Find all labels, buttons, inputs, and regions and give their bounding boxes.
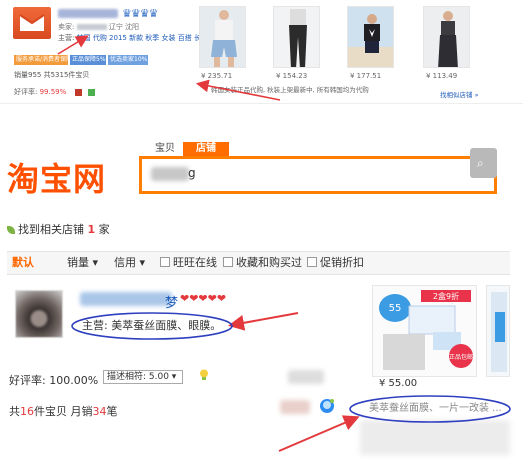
badge-preferred-seller[interactable]: 优选卖家10% [108, 55, 148, 65]
positive-rating: 好评率: 100.00% [9, 374, 99, 387]
beach-outfit-image-icon [348, 7, 393, 67]
product-thumbnail-1[interactable] [199, 6, 246, 68]
main-label: 主营: [58, 34, 75, 42]
product-price: ¥ 55.00 [379, 378, 418, 389]
seller-label: 卖家: [58, 23, 75, 31]
seller-location: 辽宁 沈阳 [108, 23, 140, 31]
wangwang-name-blurred [280, 400, 310, 414]
sort-by-sales[interactable]: 销量 ▾ [67, 255, 98, 271]
count-suffix: 笔 [106, 405, 118, 418]
envelope-logo-icon [19, 14, 45, 31]
thumbnail-price-2: ¥ 154.23 [276, 72, 308, 80]
thumbnail-price-1: ¥ 235.71 [201, 72, 233, 80]
product-partial-icon [491, 292, 507, 372]
thumbnail-price-3: ¥ 177.51 [350, 72, 382, 80]
flag-icon [74, 88, 82, 96]
face-mask-product-icon: 2盒9折 55 正品包邮 [373, 286, 476, 376]
seller-name-blurred [76, 24, 107, 30]
filter-label-promotion: 促销折扣 [320, 256, 364, 269]
found-prefix: 找到相关店铺 [18, 223, 84, 236]
long-skirt-image-icon [424, 7, 469, 67]
tab-items[interactable]: 宝贝 [147, 142, 183, 156]
search-query-blurred [151, 167, 189, 181]
blurred-text [288, 370, 324, 384]
main-business-line: 主营: 韩国 代购 2015 新款 秋季 女装 百搭 长袖 ... [58, 33, 217, 43]
thumbnail-price-4: ¥ 113.49 [426, 72, 458, 80]
found-count: 1 [87, 223, 96, 236]
product-tag-discount: 2盒9折 [433, 291, 459, 301]
sales-summary: 销量955 共5315件宝贝 [14, 71, 90, 79]
item-and-sales-count: 共16件宝贝 月销34笔 [9, 403, 118, 419]
checkbox-promotion[interactable] [307, 257, 317, 267]
leaf-icon [7, 226, 15, 234]
main-keywords[interactable]: 韩国 代购 2015 新款 秋季 女装 百搭 长袖 ... [77, 34, 217, 42]
product-thumbnail-3[interactable] [347, 6, 394, 68]
sort-default[interactable]: 默认 [12, 254, 48, 272]
product-thumbnail-2[interactable] [273, 6, 320, 68]
count-prefix: 共 [9, 405, 20, 418]
search-type-tabs: 宝贝 店铺 [147, 142, 229, 156]
shop-logo[interactable] [13, 7, 51, 39]
service-icon [87, 88, 95, 96]
shop-name-blurred[interactable] [80, 292, 172, 306]
filter-label-wangwang: 旺旺在线 [173, 256, 217, 269]
filter-wangwang-online[interactable]: 旺旺在线 [160, 255, 217, 271]
svg-text:55: 55 [389, 303, 402, 314]
service-badges: 服务承诺/消费者保障 正品保障5% 优选卖家10% [14, 55, 148, 65]
shop-avatar[interactable] [15, 290, 63, 338]
product-image[interactable]: 2盒9折 55 正品包邮 [372, 285, 477, 377]
arrow-to-main-business [228, 312, 299, 331]
shop-name-visible-char[interactable]: 梦 [165, 292, 178, 311]
heart-level-icon: ❤❤❤❤❤ [180, 292, 227, 305]
rating-line: 好评率: 99.59% [14, 87, 95, 97]
search-button[interactable]: ⌕ [470, 148, 497, 178]
seller-location-line: 卖家: 辽宁 沈阳 [58, 22, 139, 32]
filter-label-favorited: 收藏和购买过 [236, 256, 302, 269]
shop-name-blurred[interactable] [58, 9, 118, 18]
rating-value: 99.59% [39, 88, 67, 96]
rating-label: 好评率: [14, 88, 38, 96]
found-shops-summary: 找到相关店铺 1 家 [7, 221, 110, 237]
sort-by-credit[interactable]: 信用 ▾ [114, 255, 145, 271]
shop-note: 韩国女装正品代购, 秋装上架最新中, 所有韩国均为代购 [211, 86, 369, 94]
jeans-shorts-image-icon [200, 7, 245, 67]
checkbox-favorited[interactable] [223, 257, 233, 267]
leggings-image-icon [274, 7, 319, 67]
arrow-to-product-title [278, 415, 360, 452]
dsr-select[interactable]: 描述相符: 5.00 ▾ [103, 370, 183, 384]
main-business: 主营: 美萃蚕丝面膜、眼膜。 [82, 319, 222, 332]
monthly-sales: 34 [92, 405, 107, 418]
found-suffix: 家 [98, 223, 110, 236]
filter-favorited-bought[interactable]: 收藏和购买过 [223, 255, 302, 271]
product-tag-freeship: 正品包邮 [449, 353, 473, 361]
bulb-icon [200, 369, 208, 380]
badge-consumer-protection[interactable]: 服务承诺/消费者保障 [14, 55, 72, 65]
product-title[interactable]: 美萃蚕丝面膜、一片一改装 ... [352, 397, 507, 421]
blurred-region [360, 420, 510, 455]
product-thumbnail-4[interactable] [423, 6, 470, 68]
checkbox-wangwang[interactable] [160, 257, 170, 267]
taobao-logo[interactable]: 淘宝网 [7, 154, 106, 200]
product-image-2[interactable] [486, 285, 510, 377]
crown-level-icon: ♛♛♛♛ [122, 7, 158, 20]
search-query-text: g [188, 166, 196, 180]
wangwang-chat-icon[interactable] [318, 397, 336, 415]
tab-shops[interactable]: 店铺 [183, 142, 229, 156]
search-icon: ⌕ [477, 156, 484, 170]
badge-authentic[interactable]: 正品保障5% [70, 55, 106, 65]
count-mid: 件宝贝 月销 [34, 405, 93, 418]
filter-promotion[interactable]: 促销折扣 [307, 255, 364, 271]
similar-shops-link[interactable]: 找相似店铺 » [440, 89, 479, 99]
item-count: 16 [20, 405, 34, 418]
